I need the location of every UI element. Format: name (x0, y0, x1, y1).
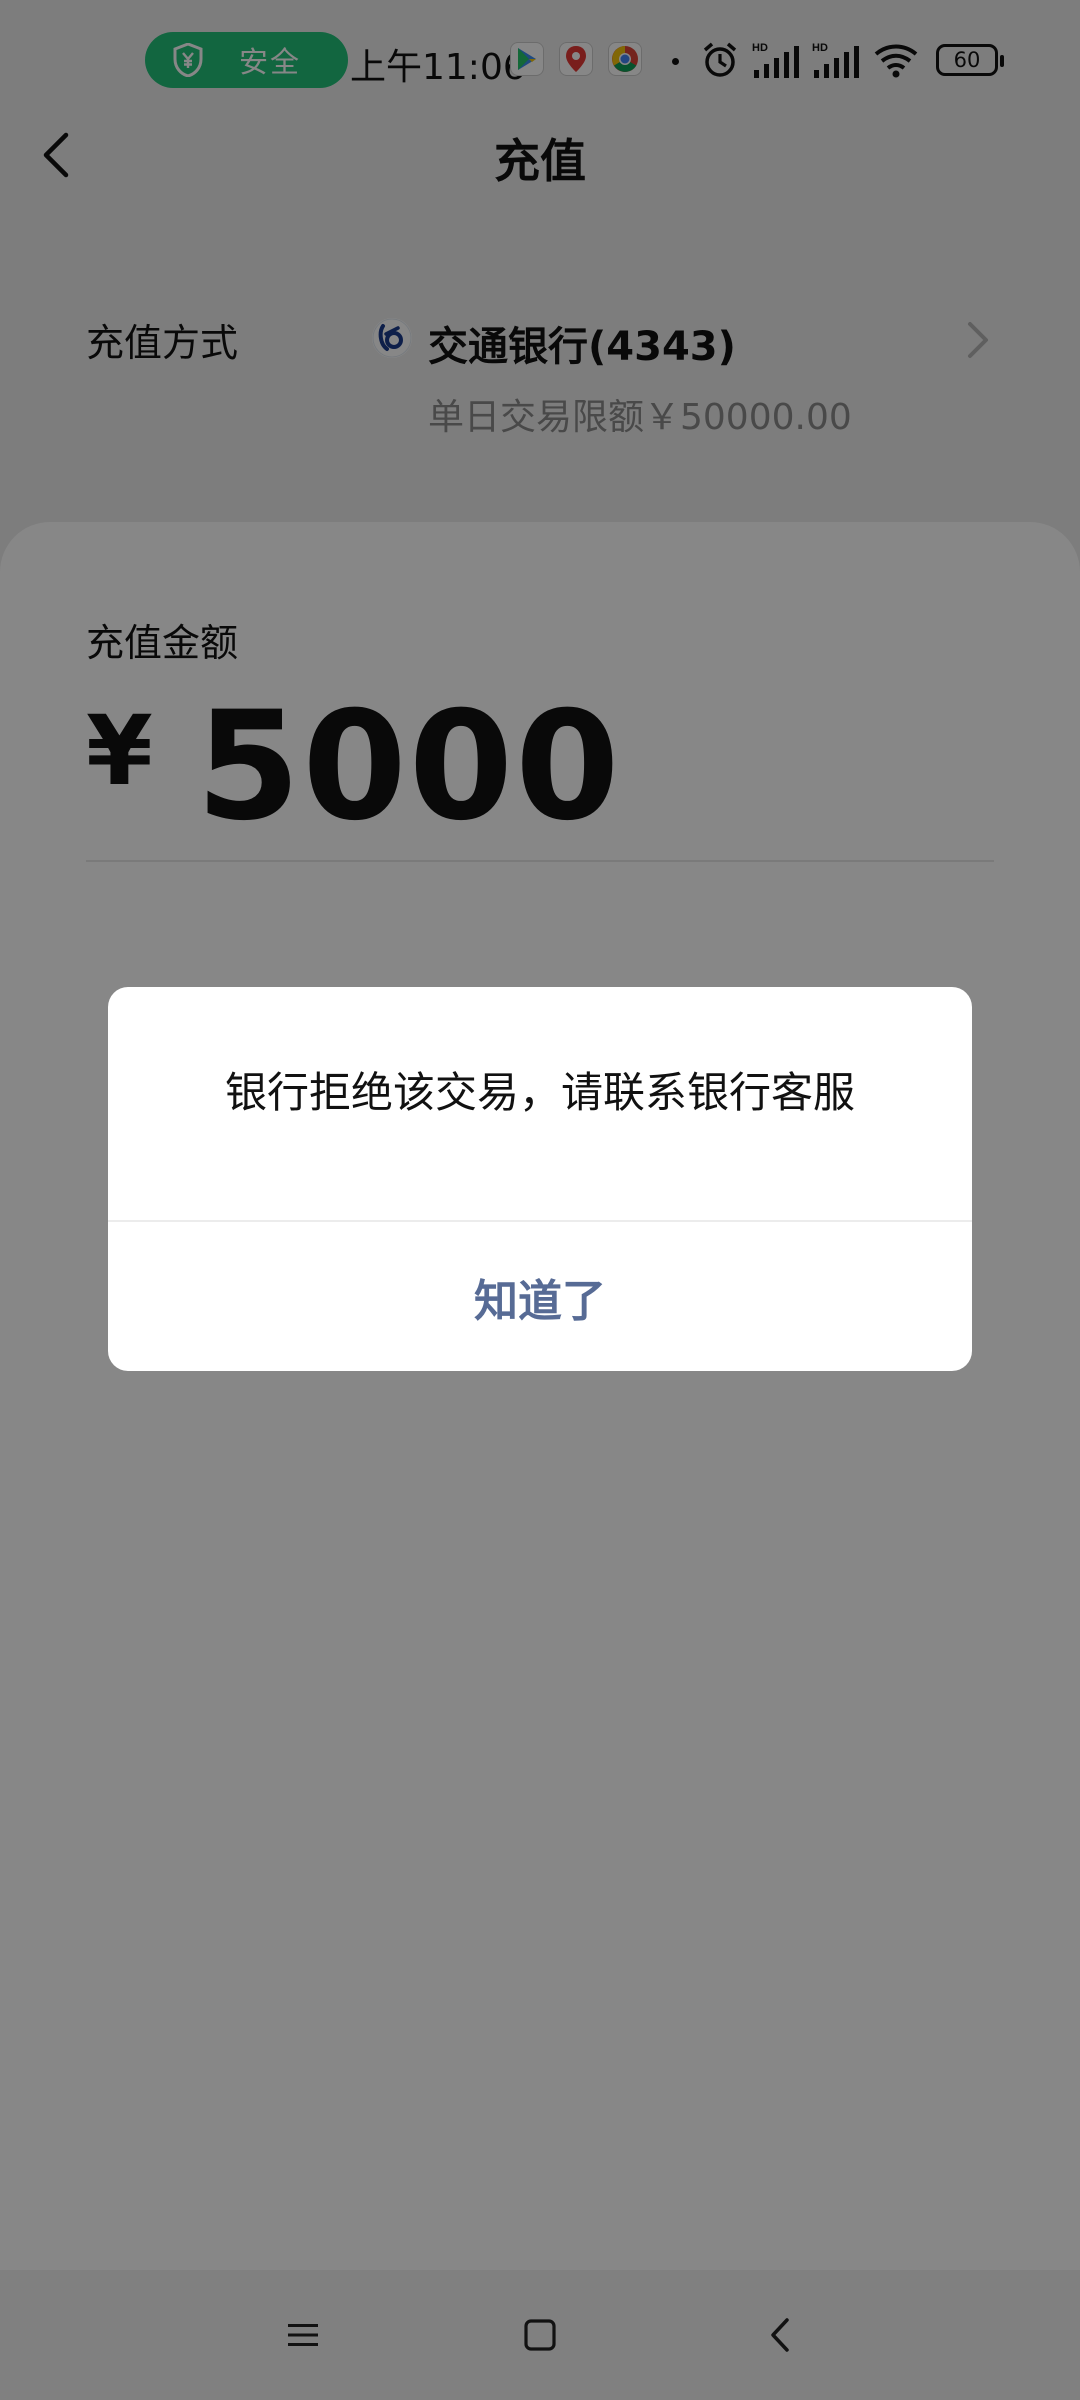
dialog-message: 银行拒绝该交易，请联系银行客服 (224, 1068, 855, 1117)
recharge-screen: 安全 上午11:06 HD HD 60 充值 充值方式 交通银行(4343) 单… (0, 0, 1080, 2400)
dialog-ok-button[interactable]: 知道了 (108, 1222, 972, 1371)
error-dialog: 银行拒绝该交易，请联系银行客服 知道了 (108, 987, 972, 1371)
